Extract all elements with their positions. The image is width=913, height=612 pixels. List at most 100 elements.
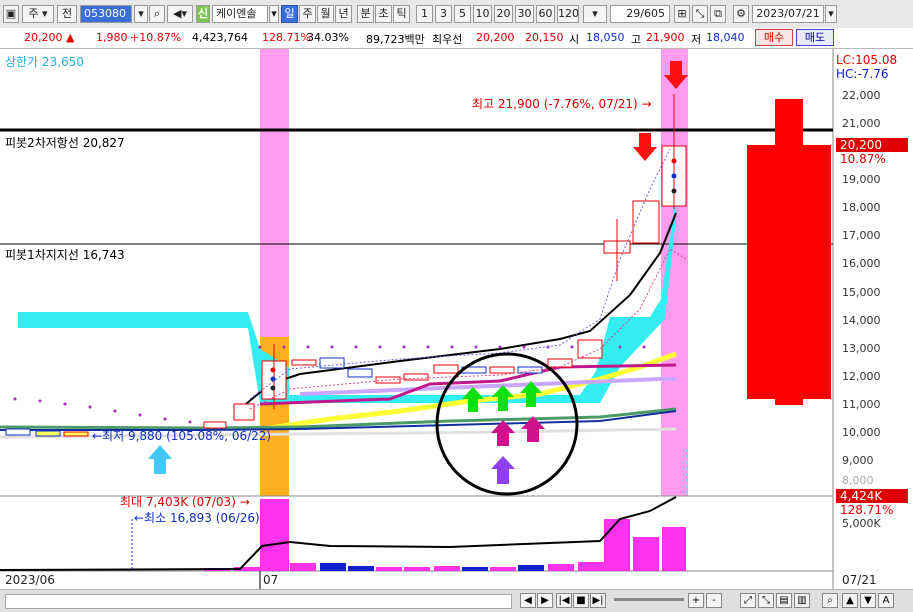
scroll-right-button[interactable]: ▶ [537,593,553,608]
minute-5[interactable]: 5 [454,5,471,23]
buy-button[interactable]: 매수 [755,29,793,46]
stock-name-field: 케이엔솔 [212,5,268,23]
period-week[interactable]: 주 [299,5,316,23]
scale-down-button[interactable]: ▼ [860,593,876,608]
high-label: 고 [631,33,642,46]
period-second[interactable]: 초 [375,5,392,23]
go-first-button[interactable]: |◀ [556,593,572,608]
upper-limit-label: 상한가 23,650 [5,55,84,69]
settings-grid-icon[interactable]: ⊞ [674,5,690,23]
zoom-in-button[interactable]: + [688,593,704,608]
axis-12000: 12,000 [842,370,881,383]
stop-button[interactable]: ■ [573,593,589,608]
period-minute[interactable]: 분 [357,5,374,23]
period-month[interactable]: 월 [317,5,334,23]
minute-120[interactable]: 120 [557,5,579,23]
chart-scrollbar[interactable] [5,594,512,609]
period-day[interactable]: 일 [281,5,298,23]
type-select-value: 주 [28,7,39,20]
best-ask: 20,200 [476,31,515,44]
volume-bars [204,499,686,571]
axis-10000: 10,000 [842,426,881,439]
price-volume-bar-1 [747,145,775,399]
minute-1[interactable]: 1 [416,5,433,23]
volume-pct-tag: 128.71% [840,503,894,517]
price-volume-bar-2 [775,99,803,405]
date-start-label: 2023/06 [5,573,55,587]
minute-30[interactable]: 30 [515,5,534,23]
price-volume-bar-3 [803,145,831,399]
vol-min-annotation: ←최소 16,893 (06/26) [134,511,260,525]
period-tick[interactable]: 틱 [393,5,410,23]
tool-button-3[interactable]: ▤ [776,593,792,608]
search-icon-bottom[interactable]: ⌕ [822,593,838,608]
zoom-out-button[interactable]: - [706,593,722,608]
custom-period-select[interactable]: ▾ [583,5,607,23]
volume: 4,423,764 [192,31,248,44]
new-check-badge[interactable]: 신 [196,5,210,23]
minute-10[interactable]: 10 [473,5,492,23]
turnover-rate: 34.03% [307,31,349,44]
zoom-slider[interactable] [614,598,684,601]
go-last-button[interactable]: ▶| [590,593,606,608]
minute-3[interactable]: 3 [435,5,452,23]
current-price: 20,200 [24,31,63,44]
scroll-left-button[interactable]: ◀ [520,593,536,608]
tool-button-2[interactable]: ⤡ [758,593,774,608]
speaker-icon[interactable]: ◀▾ [167,5,193,23]
search-icon[interactable]: ⌕ [149,5,165,23]
axis-17000: 17,000 [842,229,881,242]
best-bid: 20,150 [525,31,564,44]
cyan-band-left [18,312,289,403]
current-volume-tag: 4,424K [840,489,883,503]
axis-18000: 18,000 [842,201,881,214]
window-split-icon[interactable]: ⧉ [710,5,726,23]
low-annotation: ←최저 9,880 (105.08%, 06/22) [92,429,272,443]
purple-up-arrow [491,456,515,484]
chart-tool-icon[interactable]: ⤡ [692,5,708,23]
type-select[interactable]: 주 ▾ [22,5,54,23]
name-dropdown-icon[interactable]: ▾ [269,5,279,23]
date-field[interactable]: 2023/07/21 [752,5,824,23]
axis-9000: 9,000 [842,454,874,467]
volume-ma-line [0,496,677,571]
minute-60[interactable]: 60 [536,5,555,23]
period-year[interactable]: 년 [335,5,352,23]
axis-13000: 13,000 [842,342,881,355]
axis-21000: 21,000 [842,117,881,130]
price-change-pct: +10.87% [130,31,182,44]
axis-8000: 8,000 [842,474,874,487]
axis-11000: 11,000 [842,398,881,411]
sell-button[interactable]: 매도 [796,29,834,46]
axis-16000: 16,000 [842,257,881,270]
low-label: 저 [691,33,702,46]
cyan-up-arrow [148,445,172,474]
calendar-dropdown-icon[interactable]: ▾ [825,5,837,23]
red-down-arrow-mid [633,133,657,161]
stock-code-input[interactable]: 053080 [80,5,132,23]
current-pct-tag: 10.87% [840,152,886,166]
stock-chart[interactable]: 상한가 23,650 피봇2차저항선 20,827 피봇1차지지선 16,743… [0,49,913,589]
vol-max-annotation: 최대 7,403K (07/03) → [120,495,250,509]
hc-label: HC:-7.76 [836,67,889,81]
axis-14000: 14,000 [842,314,881,327]
gear-icon[interactable]: ⚙ [733,5,749,23]
code-dropdown-icon[interactable]: ▾ [134,5,148,23]
axis-5000k: 5,000K [842,517,881,530]
tool-button-1[interactable]: ⤢ [740,593,756,608]
scale-up-button[interactable]: ▲ [842,593,858,608]
auto-scale-button[interactable]: A [878,593,894,608]
market-select[interactable]: 전 [57,5,77,23]
window-icon[interactable]: ▣ [3,5,19,23]
date-mid-label: 07 [263,573,279,587]
open-label: 시 [569,33,580,46]
axis-19000: 19,000 [842,173,881,186]
tool-button-4[interactable]: ▥ [794,593,810,608]
best-ask-label: 최우선 [432,33,463,46]
quote-infobar: 20,200 ▲ 1,980 +10.87% 4,423,764 128.71%… [0,28,913,49]
pivot2-label: 피봇2차저항선 20,827 [5,136,125,150]
minute-20[interactable]: 20 [494,5,513,23]
trade-amount: 89,723백만 [366,33,425,46]
pivot1-label: 피봇1차지지선 16,743 [5,248,125,262]
toolbar: ▣ 주 ▾ 전 053080 ▾ ⌕ ◀▾ 신 케이엔솔 ▾ 일 주 월 년 분… [0,0,913,29]
